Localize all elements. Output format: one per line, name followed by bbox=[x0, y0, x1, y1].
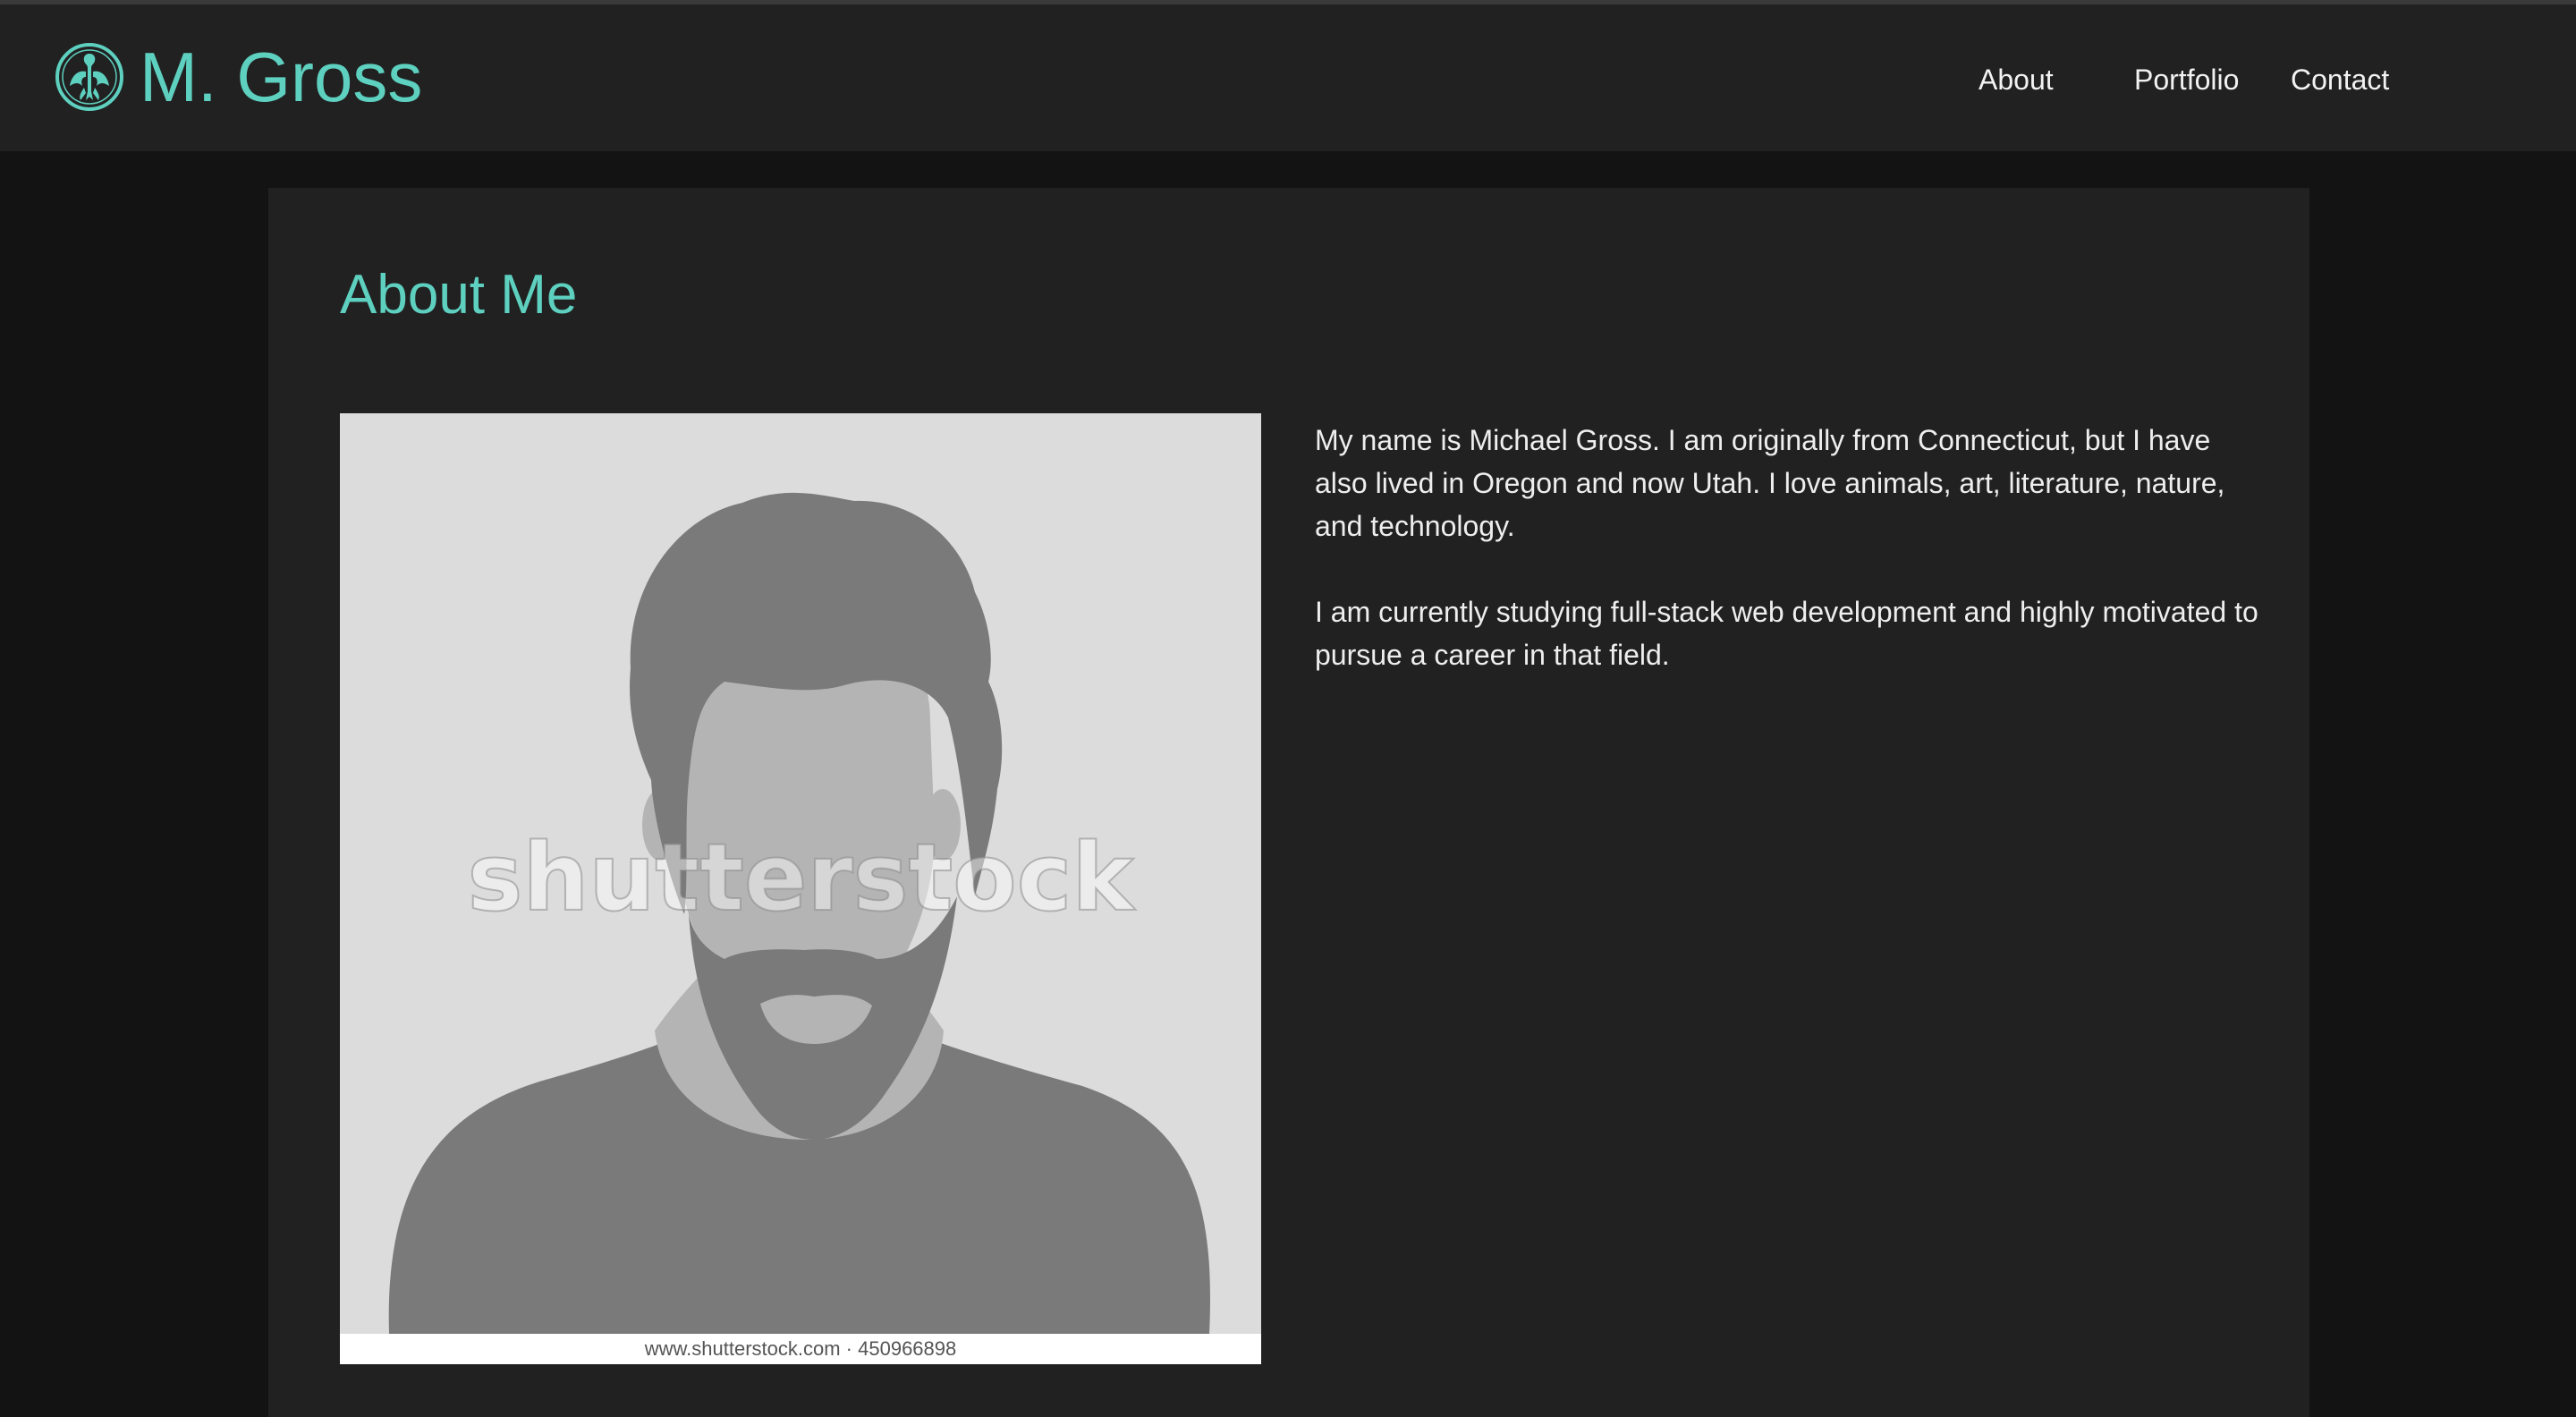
bio-paragraph: I am currently studying full-stack web d… bbox=[1315, 596, 2258, 671]
about-section: About Me shutterstock www.shutterstock.c… bbox=[268, 188, 2309, 1417]
bio-text: My name is Michael Gross. I am originall… bbox=[1315, 419, 2263, 719]
profile-silhouette-icon: shutterstock bbox=[340, 413, 1261, 1334]
page-title: About Me bbox=[340, 264, 578, 326]
nav-link-portfolio[interactable]: Portfolio bbox=[2134, 62, 2239, 98]
profile-photo: shutterstock www.shutterstock.com · 4509… bbox=[340, 413, 1261, 1364]
brand-link[interactable]: M. Gross bbox=[54, 37, 422, 117]
photo-caption: www.shutterstock.com · 450966898 bbox=[340, 1334, 1261, 1364]
phoenix-emblem-icon bbox=[55, 43, 123, 111]
nav-link-about[interactable]: About bbox=[1979, 62, 2054, 98]
brand-name: M. Gross bbox=[140, 38, 423, 116]
watermark-text: shutterstock bbox=[467, 823, 1136, 932]
navbar: M. Gross About Portfolio Contact bbox=[0, 4, 2576, 151]
bio-paragraph: My name is Michael Gross. I am originall… bbox=[1315, 424, 2225, 542]
nav-link-contact[interactable]: Contact bbox=[2291, 62, 2389, 98]
